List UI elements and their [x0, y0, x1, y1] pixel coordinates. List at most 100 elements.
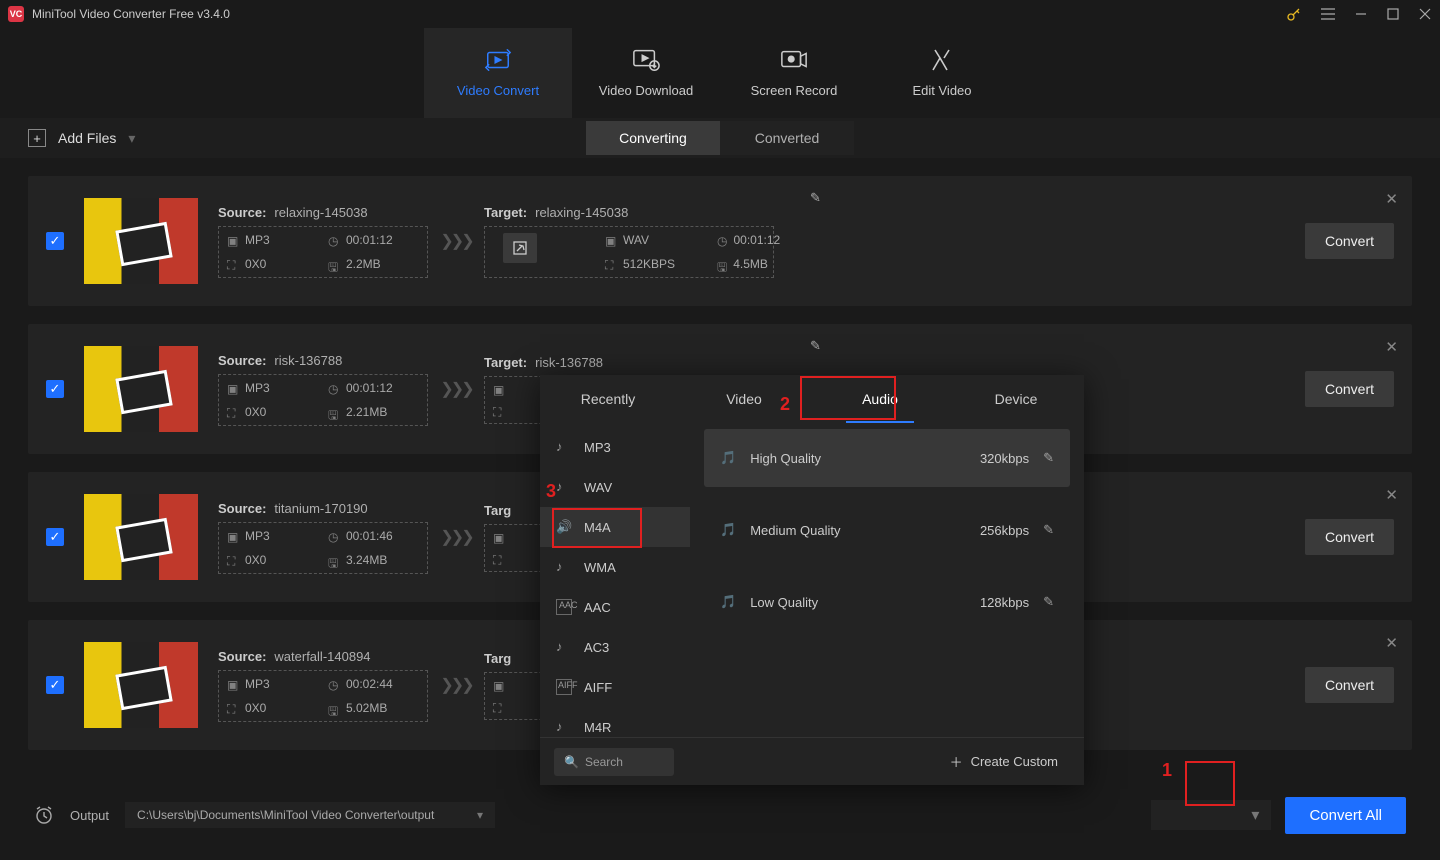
format-search-input[interactable]: 🔍 Search [554, 748, 674, 776]
src-resolution: 0X0 [245, 553, 266, 567]
target-label-short: Targ [484, 503, 511, 518]
format-label: WMA [584, 560, 616, 575]
convert-all-button[interactable]: Convert All [1285, 797, 1406, 834]
remove-row-icon[interactable]: ✕ [1385, 190, 1398, 208]
quality-high[interactable]: 🎵 High Quality 320kbps ✎ [704, 429, 1070, 487]
arrow-icon: ❯❯❯ [428, 675, 484, 695]
target-settings-button[interactable] [503, 233, 537, 263]
format-item-ac3[interactable]: ♪AC3 [540, 627, 690, 667]
edit-icon[interactable]: ✎ [1043, 522, 1054, 538]
minimize-icon[interactable] [1354, 7, 1368, 21]
popup-tab-audio[interactable]: Audio [812, 375, 948, 423]
format-label: AAC [584, 600, 611, 615]
key-icon[interactable] [1286, 6, 1302, 22]
tab-converting[interactable]: Converting [586, 121, 720, 155]
menu-icon[interactable] [1320, 7, 1336, 21]
nav-video-download-label: Video Download [599, 83, 693, 98]
quality-medium[interactable]: 🎵 Medium Quality 256kbps ✎ [704, 501, 1070, 559]
src-duration: 00:01:46 [346, 529, 393, 543]
row-checkbox[interactable]: ✓ [46, 232, 64, 250]
nav-video-convert[interactable]: Video Convert [424, 28, 572, 118]
format-item-m4a[interactable]: 🔊M4A [540, 507, 690, 547]
remove-row-icon[interactable]: ✕ [1385, 338, 1398, 356]
format-popup: Recently Video Audio Device ♪MP3 ♪WAV 🔊M… [540, 375, 1084, 785]
source-name: titanium-170190 [274, 501, 367, 516]
quality-bitrate: 256kbps [980, 523, 1029, 538]
row-checkbox[interactable]: ✓ [46, 380, 64, 398]
target-label: Target: [484, 355, 527, 370]
size-icon: 🖫 [717, 258, 727, 270]
chevron-down-icon: ▾ [128, 130, 135, 147]
convert-button[interactable]: Convert [1305, 371, 1394, 407]
app-icon: VC [8, 6, 24, 22]
row-checkbox[interactable]: ✓ [46, 676, 64, 694]
output-label: Output [70, 808, 109, 823]
create-custom-button[interactable]: ＋ Create Custom [938, 752, 1070, 771]
schedule-icon[interactable] [34, 805, 54, 825]
source-label: Source: [218, 649, 266, 664]
src-size: 2.2MB [346, 257, 381, 271]
format-item-wav[interactable]: ♪WAV [540, 467, 690, 507]
popup-tab-video[interactable]: Video [676, 375, 812, 423]
convert-button[interactable]: Convert [1305, 519, 1394, 555]
tgt-size: 4.5MB [733, 257, 768, 271]
format-item-m4r[interactable]: ♪M4R [540, 707, 690, 737]
file-audio-icon: 🎵 [720, 450, 736, 466]
src-size: 3.24MB [346, 553, 387, 567]
format-icon: ▣ [227, 234, 239, 246]
arrow-icon: ❯❯❯ [428, 379, 484, 399]
remove-row-icon[interactable]: ✕ [1385, 486, 1398, 504]
source-name: relaxing-145038 [274, 205, 367, 220]
nav-edit-video[interactable]: Edit Video [868, 28, 1016, 118]
file-thumbnail [84, 346, 198, 432]
src-format: MP3 [245, 529, 270, 543]
bitrate-icon: ⛶ [605, 258, 617, 270]
add-files-button[interactable]: + Add Files ▾ [28, 129, 135, 147]
toolbar: + Add Files ▾ Converting Converted [0, 118, 1440, 158]
arrow-icon: ❯❯❯ [428, 527, 484, 547]
rename-icon[interactable]: ✎ [810, 190, 821, 206]
format-item-aac[interactable]: AACAAC [540, 587, 690, 627]
output-path-dropdown[interactable]: C:\Users\bj\Documents\MiniTool Video Con… [125, 802, 495, 828]
quality-bitrate: 320kbps [980, 451, 1029, 466]
src-duration: 00:01:12 [346, 233, 393, 247]
file-audio-icon: 🎵 [720, 522, 736, 538]
download-icon [632, 49, 660, 71]
format-item-aiff[interactable]: AIFFAIFF [540, 667, 690, 707]
format-label: WAV [584, 480, 612, 495]
convert-all-format-dropdown[interactable]: ▾ [1151, 800, 1271, 830]
top-nav: Video Convert Video Download Screen Reco… [0, 28, 1440, 118]
arrow-icon: ❯❯❯ [428, 231, 484, 251]
rename-icon[interactable]: ✎ [810, 338, 821, 354]
output-path-text: C:\Users\bj\Documents\MiniTool Video Con… [137, 808, 434, 822]
src-size: 5.02MB [346, 701, 387, 715]
popup-tab-recently[interactable]: Recently [540, 375, 676, 423]
nav-edit-video-label: Edit Video [912, 83, 971, 98]
chevron-down-icon: ▾ [1251, 805, 1259, 825]
maximize-icon[interactable] [1386, 7, 1400, 21]
format-item-mp3[interactable]: ♪MP3 [540, 427, 690, 467]
quality-name: Low Quality [750, 595, 966, 610]
row-checkbox[interactable]: ✓ [46, 528, 64, 546]
nav-screen-record[interactable]: Screen Record [720, 28, 868, 118]
quality-low[interactable]: 🎵 Low Quality 128kbps ✎ [704, 573, 1070, 631]
convert-button[interactable]: Convert [1305, 223, 1394, 259]
format-list: ♪MP3 ♪WAV 🔊M4A ♪WMA AACAAC ♪AC3 AIFFAIFF… [540, 423, 690, 737]
convert-button[interactable]: Convert [1305, 667, 1394, 703]
edit-icon[interactable]: ✎ [1043, 594, 1054, 610]
format-item-wma[interactable]: ♪WMA [540, 547, 690, 587]
close-icon[interactable] [1418, 7, 1432, 21]
edit-icon[interactable]: ✎ [1043, 450, 1054, 466]
tab-converted[interactable]: Converted [720, 121, 854, 155]
file-row: ✓ Source:relaxing-145038 ▣MP3 ◷00:01:12 … [28, 176, 1412, 306]
format-label: M4A [584, 520, 611, 535]
create-custom-label: Create Custom [971, 754, 1058, 769]
format-label: AIFF [584, 680, 612, 695]
tgt-bitrate: 512KBPS [623, 257, 675, 271]
source-name: waterfall-140894 [274, 649, 370, 664]
popup-tab-device[interactable]: Device [948, 375, 1084, 423]
nav-screen-record-label: Screen Record [751, 83, 838, 98]
remove-row-icon[interactable]: ✕ [1385, 634, 1398, 652]
nav-video-download[interactable]: Video Download [572, 28, 720, 118]
plus-icon: ＋ [950, 752, 963, 771]
